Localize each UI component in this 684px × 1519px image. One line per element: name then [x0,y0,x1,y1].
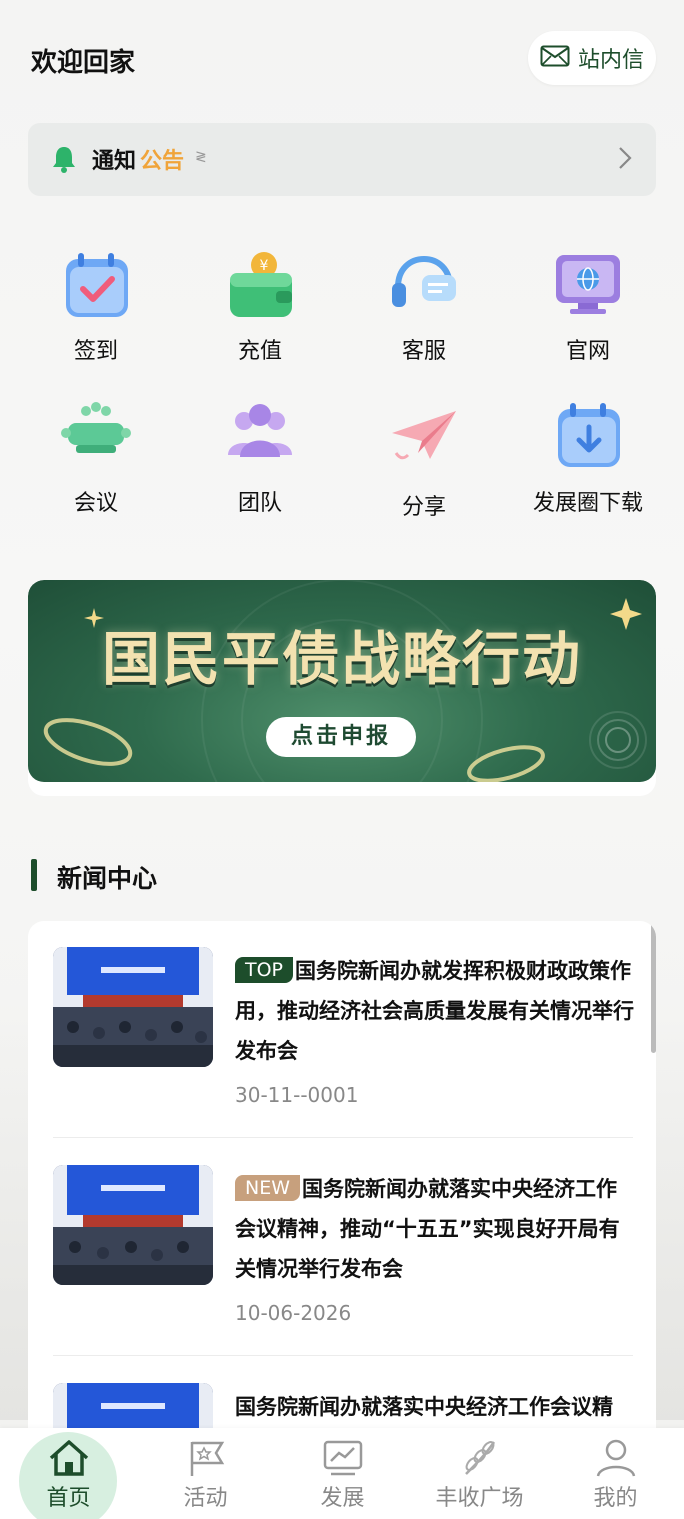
calendar-check-icon [56,245,136,325]
divider [53,1137,633,1138]
news-thumbnail [53,1165,213,1285]
bell-icon [50,144,78,178]
grid-item-share[interactable]: 分享 [342,397,506,521]
top-badge: TOP [235,957,294,983]
tab-label: 丰收广场 [435,1486,524,1511]
news-date: 10-06-2026 [235,1301,352,1325]
tab-label: 活动 [183,1486,228,1511]
tab-label: 发展 [320,1486,365,1511]
grid-item-meeting[interactable]: 会议 [14,397,178,517]
list-item[interactable]: 国务院新闻办就落实中央经济工作会议精 [53,1383,633,1431]
news-title: 国务院新闻办就落实中央经济工作会议精 [235,1395,613,1419]
list-item[interactable]: TOP 国务院新闻办就发挥积极财政政策作用，推动经济社会高质量发展有关情况举行发布… [53,947,635,1137]
team-icon [220,397,300,477]
grid-item-label: 官网 [565,339,610,364]
chart-trend-icon [321,1438,365,1478]
mail-icon [540,45,570,71]
inbox-button[interactable]: 站内信 [528,31,656,85]
grid-item-label: 充值 [237,339,282,364]
monitor-globe-icon [548,245,628,325]
notice-decoration: ≷ [195,149,207,165]
promo-banner[interactable]: 国民平债战略行动 点击申报 [28,580,656,796]
wallet-coin-icon: ¥ [220,245,300,325]
header: 欢迎回家 站内信 [0,28,684,88]
page-title: 欢迎回家 [31,48,136,78]
tab-mine[interactable]: 我的 [547,1428,684,1519]
grid-item-website[interactable]: 官网 [506,245,670,365]
banner-background: 国民平债战略行动 点击申报 [28,580,656,782]
new-badge: NEW [235,1175,301,1201]
grid-item-label: 团队 [237,491,282,516]
paper-plane-icon [384,397,464,477]
tab-develop[interactable]: 发展 [274,1428,411,1519]
news-thumbnail [53,1383,213,1431]
grid-item-label: 分享 [401,495,446,520]
grid-item-recharge[interactable]: ¥ 充值 [178,245,342,365]
tab-label: 首页 [46,1486,91,1511]
news-title-block: NEW 国务院新闻办就落实中央经济工作会议精神，推动“十五五”实现良好开局有关情况… [235,1169,635,1289]
notice-title-part2: 公告 [140,148,185,174]
grid-item-checkin[interactable]: 签到 [14,245,178,365]
news-list: TOP 国务院新闻办就发挥积极财政政策作用，推动经济社会高质量发展有关情况举行发布… [28,921,656,1431]
grid-item-team[interactable]: 团队 [178,397,342,517]
grid-item-label: 客服 [401,339,446,364]
grid-item-download[interactable]: 发展圈下载 [506,397,670,517]
notice-bar[interactable]: 通知 公告 ≷ [28,123,656,196]
news-date: 30-11--0001 [235,1083,359,1107]
wheat-icon [458,1438,502,1478]
tab-activity[interactable]: 活动 [137,1428,274,1519]
home-icon [47,1438,91,1478]
meeting-table-icon [56,397,136,477]
section-title: 新闻中心 [57,864,158,893]
svg-text:¥: ¥ [260,258,269,274]
grid-item-label: 签到 [73,339,118,364]
section-accent-bar [31,859,37,891]
grid-item-service[interactable]: 客服 [342,245,506,365]
news-thumbnail [53,947,213,1067]
scrollbar[interactable] [651,923,656,1053]
news-title-block: TOP 国务院新闻办就发挥积极财政政策作用，推动经济社会高质量发展有关情况举行发布… [235,951,635,1071]
divider [53,1355,633,1356]
user-icon [594,1438,638,1478]
headset-icon [384,245,464,325]
tab-home[interactable]: 首页 [0,1428,137,1519]
flag-star-icon [184,1438,228,1478]
grid-item-label: 会议 [73,491,118,516]
news-title: 国务院新闻办就发挥积极财政政策作用，推动经济社会高质量发展有关情况举行发布会 [235,959,634,1063]
news-title-block: 国务院新闻办就落实中央经济工作会议精 [235,1387,635,1427]
tab-label: 我的 [593,1486,638,1511]
banner-title: 国民平债战略行动 [101,625,582,693]
tab-harvest-square[interactable]: 丰收广场 [411,1428,548,1519]
apply-button[interactable]: 点击申报 [266,717,416,757]
calendar-download-icon [548,397,628,477]
bottom-tab-bar: 首页 活动 发展 丰收广场 我的 [0,1428,684,1519]
grid-item-label: 发展圈下载 [532,491,643,516]
list-item[interactable]: NEW 国务院新闻办就落实中央经济工作会议精神，推动“十五五”实现良好开局有关情况… [53,1165,633,1355]
chevron-right-icon[interactable] [618,145,632,175]
notice-title-part1: 通知 [92,148,137,174]
inbox-label: 站内信 [577,48,644,73]
